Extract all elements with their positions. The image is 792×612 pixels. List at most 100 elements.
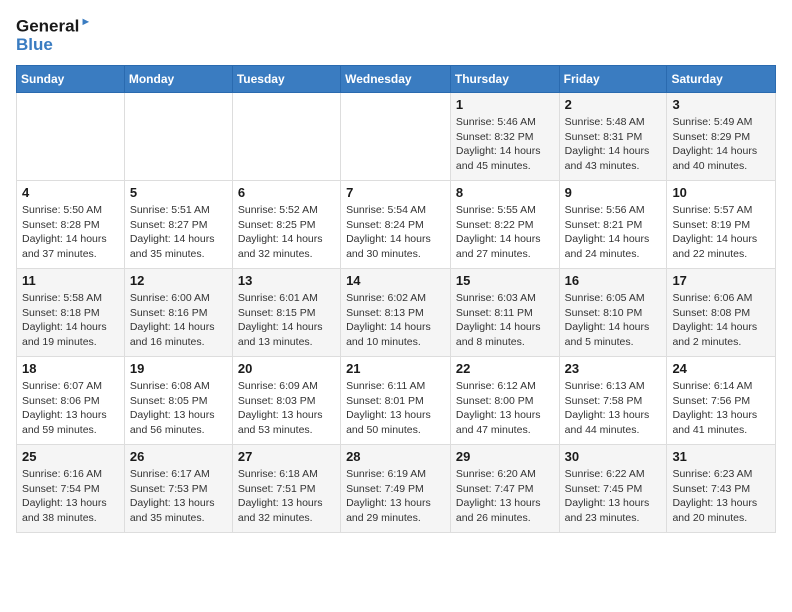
day-number: 12 bbox=[130, 273, 227, 288]
day-number: 14 bbox=[346, 273, 445, 288]
week-row-2: 11 Sunrise: 5:58 AM Sunset: 8:18 PM Dayli… bbox=[17, 269, 776, 357]
day-cell: 2 Sunrise: 5:48 AM Sunset: 8:31 PM Daylig… bbox=[559, 93, 667, 181]
day-cell: 7Sunrise: 5:54 AM Sunset: 8:24 PM Daylig… bbox=[341, 181, 451, 269]
day-cell: 8 Sunrise: 5:55 AM Sunset: 8:22 PM Daylig… bbox=[450, 181, 559, 269]
day-info: Sunrise: 5:52 AM Sunset: 8:25 PM Dayligh… bbox=[238, 203, 335, 262]
day-info: Sunrise: 6:20 AM Sunset: 7:47 PM Dayligh… bbox=[456, 467, 554, 526]
day-cell: 19Sunrise: 6:08 AM Sunset: 8:05 PM Dayli… bbox=[124, 357, 232, 445]
day-cell: 3Sunrise: 5:49 AM Sunset: 8:29 PM Daylig… bbox=[667, 93, 776, 181]
day-number: 13 bbox=[238, 273, 335, 288]
day-info: Sunrise: 5:55 AM Sunset: 8:22 PM Dayligh… bbox=[456, 203, 554, 262]
day-cell: 29Sunrise: 6:20 AM Sunset: 7:47 PM Dayli… bbox=[450, 445, 559, 533]
day-cell bbox=[124, 93, 232, 181]
day-cell: 25 Sunrise: 6:16 AM Sunset: 7:54 PM Dayli… bbox=[17, 445, 125, 533]
day-info: Sunrise: 6:09 AM Sunset: 8:03 PM Dayligh… bbox=[238, 379, 335, 438]
day-number: 19 bbox=[130, 361, 227, 376]
day-info: Sunrise: 6:18 AM Sunset: 7:51 PM Dayligh… bbox=[238, 467, 335, 526]
day-cell: 9 Sunrise: 5:56 AM Sunset: 8:21 PM Daylig… bbox=[559, 181, 667, 269]
day-cell: 11 Sunrise: 5:58 AM Sunset: 8:18 PM Dayli… bbox=[17, 269, 125, 357]
day-number: 25 bbox=[22, 449, 119, 464]
day-cell: 6 Sunrise: 5:52 AM Sunset: 8:25 PM Daylig… bbox=[232, 181, 340, 269]
day-info: Sunrise: 6:19 AM Sunset: 7:49 PM Dayligh… bbox=[346, 467, 445, 526]
day-number: 18 bbox=[22, 361, 119, 376]
day-number: 17 bbox=[672, 273, 770, 288]
day-cell: 15 Sunrise: 6:03 AM Sunset: 8:11 PM Dayli… bbox=[450, 269, 559, 357]
weekday-header-monday: Monday bbox=[124, 66, 232, 93]
day-cell: 17Sunrise: 6:06 AM Sunset: 8:08 PM Dayli… bbox=[667, 269, 776, 357]
day-info: Sunrise: 6:23 AM Sunset: 7:43 PM Dayligh… bbox=[672, 467, 770, 526]
day-cell: 31 Sunrise: 6:23 AM Sunset: 7:43 PM Dayli… bbox=[667, 445, 776, 533]
day-cell bbox=[341, 93, 451, 181]
day-cell bbox=[17, 93, 125, 181]
day-number: 21 bbox=[346, 361, 445, 376]
day-number: 27 bbox=[238, 449, 335, 464]
day-info: Sunrise: 6:00 AM Sunset: 8:16 PM Dayligh… bbox=[130, 291, 227, 350]
week-row-4: 25 Sunrise: 6:16 AM Sunset: 7:54 PM Dayli… bbox=[17, 445, 776, 533]
week-row-1: 4Sunrise: 5:50 AM Sunset: 8:28 PM Daylig… bbox=[17, 181, 776, 269]
day-number: 15 bbox=[456, 273, 554, 288]
day-number: 31 bbox=[672, 449, 770, 464]
day-info: Sunrise: 6:07 AM Sunset: 8:06 PM Dayligh… bbox=[22, 379, 119, 438]
day-cell: 13 Sunrise: 6:01 AM Sunset: 8:15 PM Dayli… bbox=[232, 269, 340, 357]
day-cell: 23Sunrise: 6:13 AM Sunset: 7:58 PM Dayli… bbox=[559, 357, 667, 445]
day-number: 1 bbox=[456, 97, 554, 112]
day-number: 2 bbox=[565, 97, 662, 112]
day-number: 8 bbox=[456, 185, 554, 200]
day-cell: 22 Sunrise: 6:12 AM Sunset: 8:00 PM Dayli… bbox=[450, 357, 559, 445]
day-cell: 27 Sunrise: 6:18 AM Sunset: 7:51 PM Dayli… bbox=[232, 445, 340, 533]
day-info: Sunrise: 5:51 AM Sunset: 8:27 PM Dayligh… bbox=[130, 203, 227, 262]
day-info: Sunrise: 6:01 AM Sunset: 8:15 PM Dayligh… bbox=[238, 291, 335, 350]
day-cell: 1 Sunrise: 5:46 AM Sunset: 8:32 PM Daylig… bbox=[450, 93, 559, 181]
weekday-header-friday: Friday bbox=[559, 66, 667, 93]
day-cell: 30 Sunrise: 6:22 AM Sunset: 7:45 PM Dayli… bbox=[559, 445, 667, 533]
day-cell: 20 Sunrise: 6:09 AM Sunset: 8:03 PM Dayli… bbox=[232, 357, 340, 445]
day-info: Sunrise: 6:17 AM Sunset: 7:53 PM Dayligh… bbox=[130, 467, 227, 526]
weekday-header-tuesday: Tuesday bbox=[232, 66, 340, 93]
day-info: Sunrise: 6:03 AM Sunset: 8:11 PM Dayligh… bbox=[456, 291, 554, 350]
weekday-header-sunday: Sunday bbox=[17, 66, 125, 93]
day-cell: 10 Sunrise: 5:57 AM Sunset: 8:19 PM Dayli… bbox=[667, 181, 776, 269]
weekday-header-thursday: Thursday bbox=[450, 66, 559, 93]
logo-blue: Blue bbox=[16, 36, 91, 55]
day-number: 10 bbox=[672, 185, 770, 200]
day-cell: 4Sunrise: 5:50 AM Sunset: 8:28 PM Daylig… bbox=[17, 181, 125, 269]
day-cell: 14 Sunrise: 6:02 AM Sunset: 8:13 PM Dayli… bbox=[341, 269, 451, 357]
day-info: Sunrise: 5:58 AM Sunset: 8:18 PM Dayligh… bbox=[22, 291, 119, 350]
day-info: Sunrise: 6:05 AM Sunset: 8:10 PM Dayligh… bbox=[565, 291, 662, 350]
day-info: Sunrise: 6:11 AM Sunset: 8:01 PM Dayligh… bbox=[346, 379, 445, 438]
day-cell: 24 Sunrise: 6:14 AM Sunset: 7:56 PM Dayli… bbox=[667, 357, 776, 445]
day-number: 22 bbox=[456, 361, 554, 376]
day-number: 28 bbox=[346, 449, 445, 464]
week-row-0: 1 Sunrise: 5:46 AM Sunset: 8:32 PM Daylig… bbox=[17, 93, 776, 181]
day-info: Sunrise: 6:02 AM Sunset: 8:13 PM Dayligh… bbox=[346, 291, 445, 350]
day-info: Sunrise: 5:49 AM Sunset: 8:29 PM Dayligh… bbox=[672, 115, 770, 174]
day-cell: 18 Sunrise: 6:07 AM Sunset: 8:06 PM Dayli… bbox=[17, 357, 125, 445]
day-number: 5 bbox=[130, 185, 227, 200]
day-info: Sunrise: 5:54 AM Sunset: 8:24 PM Dayligh… bbox=[346, 203, 445, 262]
day-info: Sunrise: 5:50 AM Sunset: 8:28 PM Dayligh… bbox=[22, 203, 119, 262]
week-row-3: 18 Sunrise: 6:07 AM Sunset: 8:06 PM Dayli… bbox=[17, 357, 776, 445]
calendar-table: SundayMondayTuesdayWednesdayThursdayFrid… bbox=[16, 65, 776, 533]
day-number: 11 bbox=[22, 273, 119, 288]
day-number: 24 bbox=[672, 361, 770, 376]
day-cell: 21 Sunrise: 6:11 AM Sunset: 8:01 PM Dayli… bbox=[341, 357, 451, 445]
logo-container: General► Blue bbox=[16, 16, 91, 55]
day-cell: 12 Sunrise: 6:00 AM Sunset: 8:16 PM Dayli… bbox=[124, 269, 232, 357]
day-info: Sunrise: 6:22 AM Sunset: 7:45 PM Dayligh… bbox=[565, 467, 662, 526]
weekday-header-wednesday: Wednesday bbox=[341, 66, 451, 93]
weekday-header-row: SundayMondayTuesdayWednesdayThursdayFrid… bbox=[17, 66, 776, 93]
day-info: Sunrise: 6:12 AM Sunset: 8:00 PM Dayligh… bbox=[456, 379, 554, 438]
day-number: 30 bbox=[565, 449, 662, 464]
day-info: Sunrise: 6:14 AM Sunset: 7:56 PM Dayligh… bbox=[672, 379, 770, 438]
day-info: Sunrise: 5:57 AM Sunset: 8:19 PM Dayligh… bbox=[672, 203, 770, 262]
day-cell: 26Sunrise: 6:17 AM Sunset: 7:53 PM Dayli… bbox=[124, 445, 232, 533]
page-header: General► Blue bbox=[16, 16, 776, 55]
day-info: Sunrise: 5:48 AM Sunset: 8:31 PM Dayligh… bbox=[565, 115, 662, 174]
day-info: Sunrise: 5:56 AM Sunset: 8:21 PM Dayligh… bbox=[565, 203, 662, 262]
day-info: Sunrise: 6:16 AM Sunset: 7:54 PM Dayligh… bbox=[22, 467, 119, 526]
day-info: Sunrise: 5:46 AM Sunset: 8:32 PM Dayligh… bbox=[456, 115, 554, 174]
day-number: 9 bbox=[565, 185, 662, 200]
day-cell: 5 Sunrise: 5:51 AM Sunset: 8:27 PM Daylig… bbox=[124, 181, 232, 269]
day-number: 6 bbox=[238, 185, 335, 200]
day-number: 20 bbox=[238, 361, 335, 376]
